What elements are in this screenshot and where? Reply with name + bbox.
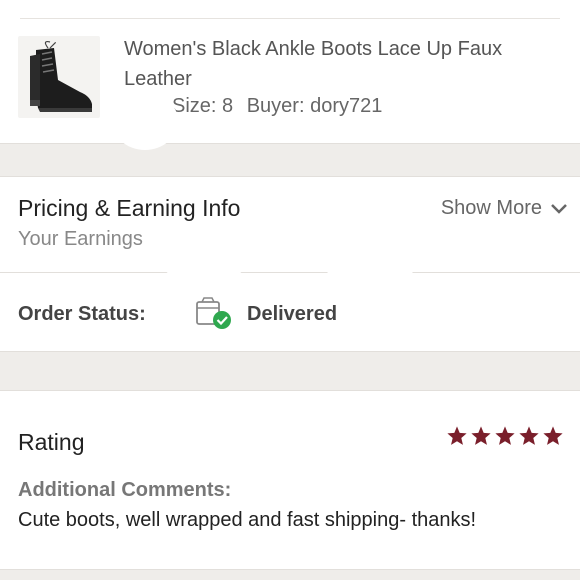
redaction-blob	[314, 185, 426, 291]
divider	[0, 272, 580, 273]
divider	[20, 18, 560, 19]
show-more-button[interactable]: Show More	[441, 197, 568, 220]
pricing-card: Pricing & Earning Info Your Earnings Sho…	[0, 176, 580, 352]
show-more-label: Show More	[440, 197, 542, 219]
delivered-box-icon	[194, 296, 234, 330]
pricing-title: Pricing & Earning Info	[18, 195, 241, 221]
star-icon	[446, 425, 468, 447]
rating-card: Rating Additional Comments: Cute boots, …	[0, 390, 580, 570]
star-icon	[518, 425, 540, 447]
order-status-value: Delivered	[247, 303, 338, 325]
order-item-card[interactable]: Women's Black Ankle Boots Lace Up Faux L…	[0, 0, 580, 150]
earnings-label: Your Earnings	[18, 228, 143, 250]
redaction-blob	[162, 399, 314, 467]
star-icon	[470, 425, 492, 447]
buyer-text: Buyer: dory721	[246, 95, 383, 117]
size-text: Size: 8	[172, 95, 234, 117]
chevron-down-icon	[550, 203, 568, 215]
order-status-label: Order Status:	[18, 303, 146, 325]
star-icon	[542, 425, 564, 447]
boot-icon	[30, 41, 92, 112]
comments-text: Cute boots, well wrapped and fast shippi…	[18, 509, 477, 531]
product-meta: Size: 8 Buyer: dory721	[172, 95, 390, 118]
star-rating	[446, 425, 564, 447]
product-thumbnail[interactable]	[18, 36, 100, 118]
redaction-blob	[112, 92, 178, 150]
order-detail-page: Women's Black Ankle Boots Lace Up Faux L…	[0, 0, 580, 580]
redaction-blob	[158, 223, 250, 285]
rating-title: Rating	[18, 429, 85, 455]
product-title[interactable]: Women's Black Ankle Boots Lace Up Faux L…	[124, 34, 564, 94]
comments-label: Additional Comments:	[18, 479, 232, 501]
star-icon	[494, 425, 516, 447]
